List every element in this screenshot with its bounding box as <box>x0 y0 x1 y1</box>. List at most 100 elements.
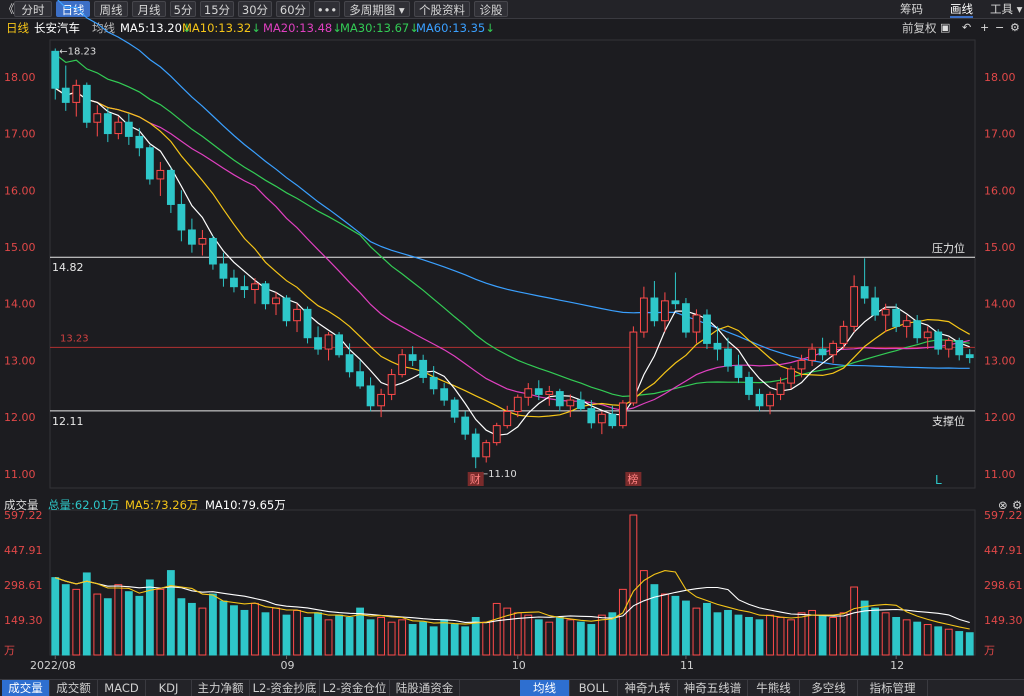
l-marker[interactable]: L <box>935 473 942 487</box>
price-tick-left: 18.00 <box>4 71 36 84</box>
candle-body <box>745 376 753 395</box>
volume-bar <box>209 593 217 656</box>
volume-bar <box>913 621 922 656</box>
volume-bar <box>240 609 249 656</box>
indicator-tab-11[interactable]: 神奇五线谱 <box>678 680 748 696</box>
volume-bar <box>745 616 753 656</box>
indicator-tab-8[interactable]: 均线 <box>520 680 570 696</box>
volume-bar <box>713 612 722 656</box>
candle-body <box>82 84 91 123</box>
candle-body <box>703 314 711 344</box>
volume-bar <box>156 588 165 656</box>
candle-body <box>555 391 564 407</box>
indicator-tab-4[interactable]: 主力净额 <box>192 680 250 696</box>
volume-bar <box>524 614 533 656</box>
candle-body <box>387 374 396 395</box>
volume-bar <box>776 616 785 656</box>
x-tick-label: 10 <box>512 659 526 672</box>
candle-body <box>776 382 785 395</box>
volume-bar <box>597 614 606 656</box>
candle-body <box>650 297 659 322</box>
price-tick-left: 13.00 <box>4 354 36 367</box>
volume-bar <box>860 600 869 656</box>
ma10-line <box>54 87 970 418</box>
candle-body <box>230 277 238 288</box>
candle-body <box>618 402 627 427</box>
indicator-tab-6[interactable]: L2-资金仓位 <box>320 680 390 696</box>
candle-body <box>639 297 648 333</box>
event-marker-bang[interactable]: 榜 <box>625 472 642 486</box>
indicator-tab-0[interactable]: 成交量 <box>2 680 50 696</box>
indicator-tab-7[interactable]: 陆股通资金 <box>390 680 460 696</box>
close-icon[interactable]: ⊗ <box>998 496 1008 514</box>
settings-icon[interactable]: ⚙ <box>1012 496 1022 514</box>
volume-bar <box>650 584 659 656</box>
volume-bar <box>387 621 396 656</box>
volume-bar <box>135 595 144 656</box>
volume-bar <box>734 614 743 656</box>
x-tick-label: 2022/08 <box>30 659 76 672</box>
candle-body <box>293 308 301 322</box>
volume-tick-right: 149.30 <box>984 614 1023 627</box>
volume-unit-right: 万 <box>984 644 995 657</box>
volume-bar <box>881 612 890 656</box>
candle-body <box>881 308 890 316</box>
indicator-tab-10[interactable]: 神奇九转 <box>618 680 678 696</box>
event-marker-cai-text: 财 <box>470 472 481 486</box>
volume-bar <box>934 626 943 656</box>
volume-bar <box>345 616 354 656</box>
price-tick-right: 13.00 <box>984 354 1016 367</box>
candle-body <box>913 320 922 339</box>
price-tick-left: 16.00 <box>4 184 36 197</box>
candle-body <box>356 371 365 387</box>
ma60-line <box>57 0 970 369</box>
volume-bar <box>671 595 680 656</box>
indicator-tab-2[interactable]: MACD <box>98 680 146 696</box>
candle-body <box>587 408 596 424</box>
x-tick-label: 11 <box>680 659 694 672</box>
volume-bar <box>724 609 732 656</box>
event-marker-bang-text: 榜 <box>627 472 638 486</box>
volume-total: 总量:62.01万 <box>48 498 120 512</box>
price-tick-right: 14.00 <box>984 298 1016 311</box>
candle-body <box>471 433 480 458</box>
indicator-tab-13[interactable]: 多空线 <box>800 680 858 696</box>
price-tick-right: 11.00 <box>984 468 1016 481</box>
volume-bar <box>51 577 60 656</box>
indicator-tab-14[interactable]: 指标管理 <box>858 680 928 696</box>
volume-bar <box>303 616 312 656</box>
volume-bar <box>440 619 449 656</box>
volume-bar <box>492 602 501 656</box>
volume-bar <box>808 609 816 656</box>
volume-bar <box>377 616 386 656</box>
candle-body <box>860 286 869 299</box>
candle-body <box>345 354 354 373</box>
indicator-tab-12[interactable]: 牛熊线 <box>748 680 800 696</box>
volume-ma5: MA5:73.26万 <box>125 498 199 512</box>
ma20-line <box>54 87 970 411</box>
indicator-tab-5[interactable]: L2-资金抄底 <box>250 680 320 696</box>
indicator-tab-3[interactable]: KDJ <box>146 680 192 696</box>
candle-body <box>419 359 428 378</box>
candle-body <box>534 388 543 395</box>
candle-body <box>198 237 207 245</box>
current-price-value: 13.23 <box>60 333 89 344</box>
candle-body <box>682 303 690 333</box>
volume-bar <box>566 619 575 656</box>
volume-tick-left: 298.61 <box>4 579 43 592</box>
price-tick-right: 15.00 <box>984 241 1016 254</box>
chart-canvas: 11.00 11.00 12.00 12.00 13.00 13.00 14.00 14.00… <box>4 0 1023 672</box>
candle-body <box>408 354 417 361</box>
candle-body <box>755 393 764 407</box>
event-marker-cai[interactable]: 财 <box>467 472 484 486</box>
candle-body <box>934 331 943 350</box>
candle-body <box>503 410 512 427</box>
candle-body <box>61 87 70 103</box>
volume-bar <box>261 612 270 656</box>
indicator-tab-9[interactable]: BOLL <box>570 680 618 696</box>
volume-bar <box>187 602 196 656</box>
resistance-value: 14.82 <box>52 261 84 274</box>
volume-bar <box>965 632 974 656</box>
candle-body <box>829 342 838 356</box>
indicator-tab-1[interactable]: 成交额 <box>50 680 98 696</box>
